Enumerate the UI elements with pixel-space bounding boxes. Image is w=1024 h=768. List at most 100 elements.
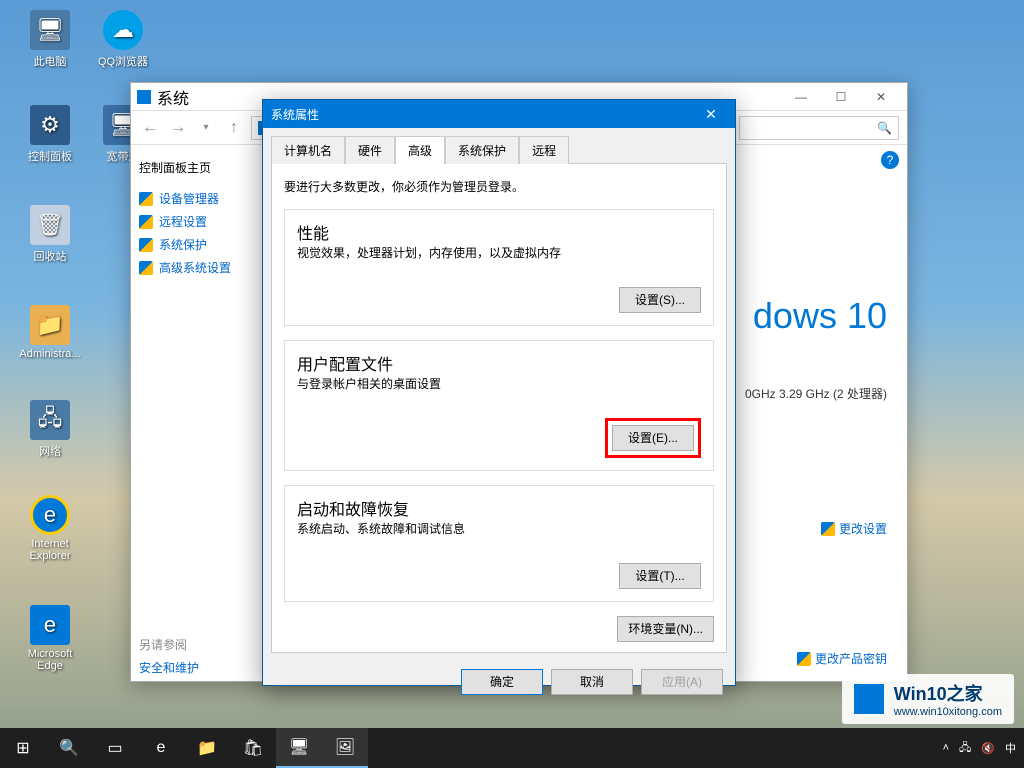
icon-label: Microsoft Edge	[28, 648, 73, 672]
desktop-icon-ie[interactable]: e Internet Explorer	[15, 495, 85, 562]
shield-icon	[139, 238, 153, 252]
see-also-link[interactable]: 安全和维护	[139, 659, 253, 676]
network-icon: 🖧	[30, 400, 70, 440]
ie-icon: e	[30, 495, 70, 535]
close-button[interactable]: ✕	[861, 85, 901, 109]
watermark-title: Win10之家	[894, 680, 1002, 706]
window-icon	[137, 90, 151, 104]
group-startup-recovery: 启动和故障恢复 系统启动、系统故障和调试信息 设置(T)...	[284, 485, 714, 602]
panel-icon: ⚙	[30, 105, 70, 145]
cancel-button[interactable]: 取消	[551, 669, 633, 695]
group-performance: 性能 视觉效果，处理器计划，内存使用，以及虚拟内存 设置(S)...	[284, 209, 714, 326]
change-product-key-link[interactable]: 更改产品密钥	[797, 650, 887, 667]
nav-back-button[interactable]: ←	[139, 117, 161, 139]
taskbar-store[interactable]: 🛍	[230, 728, 276, 768]
watermark-logo-icon	[854, 684, 884, 714]
desktop-icon-panel[interactable]: ⚙ 控制面板	[15, 105, 85, 164]
startup-settings-button[interactable]: 设置(T)...	[619, 563, 701, 589]
admin-notice: 要进行大多数更改，你必须作为管理员登录。	[284, 178, 714, 195]
tab-remote[interactable]: 远程	[519, 136, 569, 164]
icon-label: QQ浏览器	[98, 56, 148, 68]
dialog-title: 系统属性	[271, 106, 319, 123]
search-input[interactable]: 🔍	[739, 116, 899, 140]
cpu-specs: 0GHz 3.29 GHz (2 处理器)	[745, 385, 887, 402]
watermark-url: www.win10xitong.com	[894, 706, 1002, 718]
search-icon: 🔍	[877, 121, 892, 135]
sidebar-link-advanced[interactable]: 高级系统设置	[139, 259, 253, 276]
system-tray: ˄ 🖧 🔇 中	[943, 739, 1024, 758]
icon-label: Administra...	[19, 348, 80, 360]
taskbar-explorer[interactable]: 📁	[184, 728, 230, 768]
system-properties-dialog: 系统属性 ✕ 计算机名 硬件 高级 系统保护 远程 要进行大多数更改，你必须作为…	[262, 99, 736, 686]
task-view-button[interactable]: ▭	[92, 728, 138, 768]
shield-icon	[821, 522, 835, 536]
sidebar-header: 控制面板主页	[139, 159, 253, 176]
group-desc: 系统启动、系统故障和调试信息	[297, 520, 701, 537]
performance-settings-button[interactable]: 设置(S)...	[619, 287, 701, 313]
taskbar-app-1[interactable]: 🖥	[276, 728, 322, 768]
group-legend: 启动和故障恢复	[297, 502, 409, 519]
dialog-close-button[interactable]: ✕	[695, 104, 727, 124]
ok-button[interactable]: 确定	[461, 669, 543, 695]
computer-icon: 🖥	[30, 10, 70, 50]
shield-icon	[139, 261, 153, 275]
tab-body: 要进行大多数更改，你必须作为管理员登录。 性能 视觉效果，处理器计划，内存使用，…	[271, 163, 727, 653]
taskbar-edge[interactable]: e	[138, 728, 184, 768]
recycle-icon: 🗑	[30, 205, 70, 245]
tab-protection[interactable]: 系统保护	[445, 136, 519, 164]
desktop-icon-edge[interactable]: eMicrosoft Edge	[15, 605, 85, 672]
search-button[interactable]: 🔍	[46, 728, 92, 768]
icon-label: Internet Explorer	[30, 538, 71, 562]
taskbar: ⊞ 🔍 ▭ e 📁 🛍 🖥 🖼 ˄ 🖧 🔇 中	[0, 728, 1024, 768]
change-settings-link[interactable]: 更改设置	[821, 520, 887, 537]
nav-up-button[interactable]: ↑	[223, 117, 245, 139]
icon-label: 此电脑	[34, 56, 67, 68]
watermark: Win10之家 www.win10xitong.com	[842, 674, 1014, 724]
desktop-icon-recycle[interactable]: 🗑 回收站	[15, 205, 85, 264]
group-desc: 与登录帐户相关的桌面设置	[297, 375, 701, 392]
windows-10-logo: dows 10	[753, 295, 887, 337]
sidebar-link-remote[interactable]: 远程设置	[139, 213, 253, 230]
start-button[interactable]: ⊞	[0, 728, 46, 768]
qq-icon: ☁	[103, 10, 143, 50]
desktop-icon-qq[interactable]: ☁ QQ浏览器	[88, 10, 158, 69]
tray-up-icon[interactable]: ˄	[943, 742, 949, 754]
user-icon: 📁	[30, 305, 70, 345]
taskbar-app-2[interactable]: 🖼	[322, 728, 368, 768]
tab-hardware[interactable]: 硬件	[345, 136, 395, 164]
group-legend: 性能	[297, 226, 329, 243]
desktop-icon-computer[interactable]: 🖥 此电脑	[15, 10, 85, 69]
tab-advanced[interactable]: 高级	[395, 136, 445, 164]
icon-label: 控制面板	[28, 151, 72, 163]
icon-label: 回收站	[34, 251, 67, 263]
tray-network-icon[interactable]: 🖧	[959, 739, 971, 758]
dialog-footer: 确定 取消 应用(A)	[263, 661, 735, 703]
desktop-icon-admin[interactable]: 📁 Administra...	[15, 305, 85, 360]
system-sidebar: 控制面板主页 设备管理器 远程设置 系统保护 高级系统设置 另请参阅 安全和维护	[131, 145, 261, 681]
highlight-box: 设置(E)...	[605, 418, 701, 458]
tab-computer-name[interactable]: 计算机名	[271, 136, 345, 164]
see-also-header: 另请参阅	[139, 636, 253, 653]
minimize-button[interactable]: —	[781, 85, 821, 109]
dialog-titlebar[interactable]: 系统属性 ✕	[263, 100, 735, 128]
shield-icon	[139, 215, 153, 229]
nav-forward-button[interactable]: →	[167, 117, 189, 139]
tray-input-icon[interactable]: 中	[1005, 740, 1016, 756]
maximize-button[interactable]: ☐	[821, 85, 861, 109]
sidebar-link-protection[interactable]: 系统保护	[139, 236, 253, 253]
apply-button[interactable]: 应用(A)	[641, 669, 723, 695]
group-user-profiles: 用户配置文件 与登录帐户相关的桌面设置 设置(E)...	[284, 340, 714, 471]
nav-history-button[interactable]: ▾	[195, 117, 217, 139]
sidebar-link-device-manager[interactable]: 设备管理器	[139, 190, 253, 207]
user-profiles-settings-button[interactable]: 设置(E)...	[612, 425, 694, 451]
tab-strip: 计算机名 硬件 高级 系统保护 远程	[263, 128, 735, 164]
group-legend: 用户配置文件	[297, 357, 393, 374]
environment-variables-button[interactable]: 环境变量(N)...	[617, 616, 714, 642]
desktop-icon-network[interactable]: 🖧 网络	[15, 400, 85, 459]
group-desc: 视觉效果，处理器计划，内存使用，以及虚拟内存	[297, 244, 701, 261]
tray-volume-icon[interactable]: 🔇	[981, 742, 995, 755]
shield-icon	[797, 652, 811, 666]
window-title: 系统	[157, 85, 189, 109]
icon-label: 网络	[39, 446, 61, 458]
shield-icon	[139, 192, 153, 206]
